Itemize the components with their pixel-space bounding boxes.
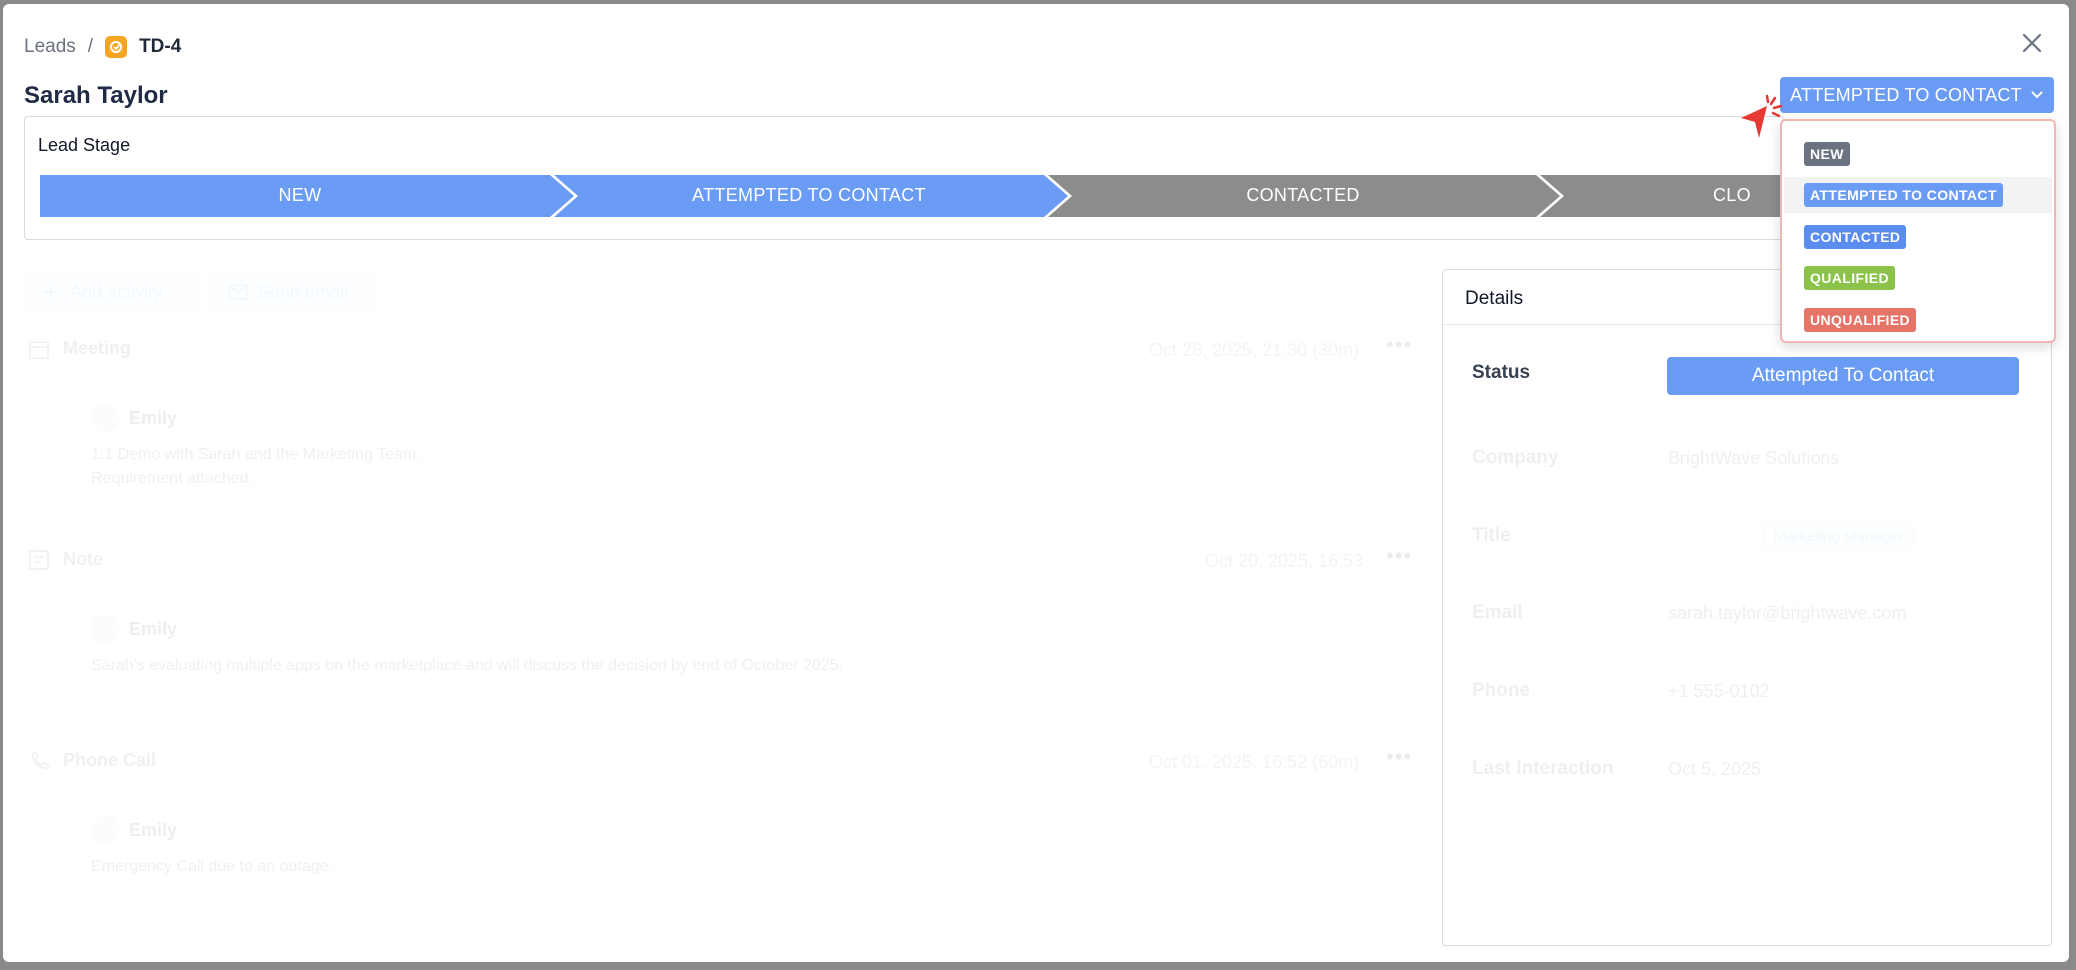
author-name: Emily (129, 819, 178, 840)
status-value-button[interactable]: Attempted To Contact (1667, 357, 2019, 395)
mail-icon (228, 284, 248, 300)
last-interaction-value: Oct 5, 2025 (1668, 759, 1762, 779)
dropdown-option-new[interactable]: NEW (1784, 136, 2052, 172)
send-email-button[interactable]: Send email (210, 271, 378, 313)
calendar-icon (29, 340, 49, 359)
activity-text: Requirement attached. (91, 470, 253, 487)
activity-time: Oct 01, 2025, 16:52 (60m) (1149, 752, 1360, 772)
dropdown-option-qualified[interactable]: QUALIFIED (1784, 260, 2052, 296)
activity-type: Phone Call (63, 750, 157, 770)
activity-author: Emily (91, 615, 177, 643)
status-label: Status (1472, 362, 1531, 383)
activity-header: Meeting (29, 338, 131, 359)
company-value: BrightWave Solutions (1668, 448, 1840, 468)
breadcrumb-current: TD-4 (139, 36, 182, 57)
avatar (91, 615, 119, 643)
option-badge: QUALIFIED (1804, 266, 1896, 290)
activity-card: Emily Sarah's evaluating multiple apps o… (70, 596, 1412, 711)
activity-header: Phone Call (29, 750, 156, 771)
details-title: Details (1465, 288, 1524, 309)
option-badge: ATTEMPTED TO CONTACT (1804, 183, 2003, 207)
close-icon[interactable] (2019, 30, 2045, 56)
activity-text: 1:1 Demo with Sarah and the Marketing Te… (91, 446, 421, 463)
breadcrumb-leads-link[interactable]: Leads (24, 36, 76, 58)
activity-time: Oct 20, 2025, 16:53 (1205, 551, 1364, 571)
activity-type: Note (63, 549, 103, 569)
option-badge: UNQUALIFIED (1804, 308, 1917, 332)
option-badge: CONTACTED (1804, 225, 1907, 249)
avatar (91, 816, 119, 844)
title-label: Title (1472, 525, 1511, 546)
more-options-icon[interactable]: ••• (1386, 744, 1412, 770)
add-activity-label: Add activity (70, 281, 163, 302)
author-name: Emily (129, 407, 178, 428)
author-name: Emily (129, 618, 178, 639)
activity-header: Note (29, 549, 103, 570)
status-dropdown-label: ATTEMPTED TO CONTACT (1790, 84, 2022, 105)
dropdown-option-attempted[interactable]: ATTEMPTED TO CONTACT (1784, 177, 2052, 213)
email-label: Email (1472, 602, 1523, 623)
note-icon (29, 549, 49, 570)
details-panel: Details Status Attempted To Contact Comp… (1442, 269, 2052, 946)
breadcrumb-separator: / (87, 36, 94, 57)
status-dropdown-button[interactable]: ATTEMPTED TO CONTACT (1780, 77, 2054, 113)
phone-value[interactable]: +1 555-0102 (1668, 681, 1770, 702)
chevron-down-icon (2031, 91, 2043, 99)
stage-new-label: NEW (278, 184, 322, 205)
send-email-label: Send email (258, 281, 349, 302)
dropdown-option-unqualified[interactable]: UNQUALIFIED (1784, 302, 2052, 338)
lead-stage-label: Lead Stage (38, 135, 131, 155)
lead-type-icon (105, 36, 128, 58)
page-title: Sarah Taylor (24, 82, 168, 109)
title-tag: Marketing Manager (1763, 523, 1915, 550)
stage-attempted-label: ATTEMPTED TO CONTACT (692, 184, 926, 205)
activity-text: Emergency Call due to an outage. (91, 858, 333, 875)
more-options-icon[interactable]: ••• (1386, 332, 1412, 358)
activity-type: Meeting (63, 338, 132, 358)
activity-author: Emily (91, 816, 177, 844)
add-activity-button[interactable]: Add activity (24, 271, 202, 313)
breadcrumb: Leads / TD-4 (24, 36, 181, 58)
option-badge: NEW (1804, 142, 1850, 166)
email-value[interactable]: sarah.taylor@brightwave.com (1668, 603, 1906, 624)
company-label: Company (1472, 447, 1559, 468)
status-dropdown-menu: NEW ATTEMPTED TO CONTACT CONTACTED QUALI… (1780, 119, 2056, 343)
activity-card: Emily 1:1 Demo with Sarah and the Market… (70, 385, 1412, 515)
more-options-icon[interactable]: ••• (1386, 543, 1412, 569)
last-interaction-label: Last Interaction (1472, 758, 1614, 779)
activity-text: Sarah's evaluating multiple apps on the … (91, 657, 843, 674)
stage-contacted-label: CONTACTED (1246, 184, 1360, 205)
cursor-icon (1741, 94, 1783, 138)
activity-card: Emily Emergency Call due to an outage. (70, 797, 1412, 897)
phone-label: Phone (1472, 680, 1531, 701)
dropdown-option-contacted[interactable]: CONTACTED (1784, 219, 2052, 255)
activity-time: Oct 28, 2025, 21:30 (30m) (1149, 340, 1360, 360)
lead-modal: Leads / TD-4 Sarah Taylor Lead Stage NEW… (3, 4, 2069, 962)
plus-icon (44, 285, 58, 299)
avatar (91, 404, 119, 432)
activity-author: Emily (91, 404, 177, 432)
phone-icon (32, 751, 49, 769)
